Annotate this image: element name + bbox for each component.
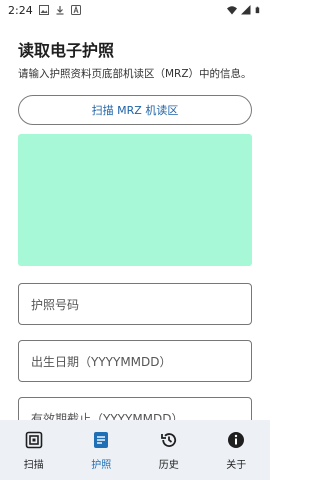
bottom-navigation: 扫描 护照 历史 关于 (0, 420, 270, 480)
nav-item-scan[interactable]: 扫描 (0, 420, 68, 480)
history-icon (159, 430, 179, 450)
font-icon (70, 5, 81, 15)
status-time: 2:24 (8, 3, 33, 17)
passport-number-field[interactable]: 护照号码 (18, 283, 252, 325)
signal-icon (241, 5, 251, 15)
nav-label-passport: 护照 (91, 460, 112, 471)
scan-mrz-button[interactable]: 扫描 MRZ 机读区 (18, 95, 252, 125)
expiry-date-placeholder: 有效期截止（YYYYMMDD） (31, 411, 184, 421)
page-title: 读取电子护照 (18, 41, 115, 60)
app-screen: 2:24 读取电子护照 请输入护照资料页底部机读区（MRZ）中的信息。 扫描 M… (0, 0, 270, 480)
nav-label-history: 历史 (158, 460, 179, 471)
page-subtitle: 请输入护照资料页底部机读区（MRZ）中的信息。 (18, 68, 252, 80)
scan-mrz-button-label: 扫描 MRZ 机读区 (91, 104, 179, 117)
mrz-preview-area (18, 134, 252, 266)
passport-icon (91, 430, 111, 450)
nav-label-about: 关于 (226, 460, 247, 471)
nav-item-about[interactable]: 关于 (203, 420, 271, 480)
nav-item-history[interactable]: 历史 (135, 420, 203, 480)
birth-date-placeholder: 出生日期（YYYYMMDD） (31, 354, 172, 369)
wifi-icon (227, 6, 237, 15)
status-bar: 2:24 (0, 0, 270, 20)
passport-number-placeholder: 护照号码 (31, 297, 80, 312)
info-icon (226, 430, 246, 450)
status-left: 2:24 (8, 4, 81, 17)
scan-icon (24, 430, 44, 450)
main-content: 读取电子护照 请输入护照资料页底部机读区（MRZ）中的信息。 扫描 MRZ 机读… (0, 20, 270, 420)
nav-item-passport[interactable]: 护照 (68, 420, 136, 480)
image-icon (38, 5, 49, 15)
status-right (227, 5, 262, 15)
download-icon (56, 6, 64, 15)
battery-icon (255, 6, 260, 14)
nav-label-scan: 扫描 (23, 460, 44, 471)
expiry-date-field[interactable]: 有效期截止（YYYYMMDD） (18, 397, 252, 420)
birth-date-field[interactable]: 出生日期（YYYYMMDD） (18, 340, 252, 382)
